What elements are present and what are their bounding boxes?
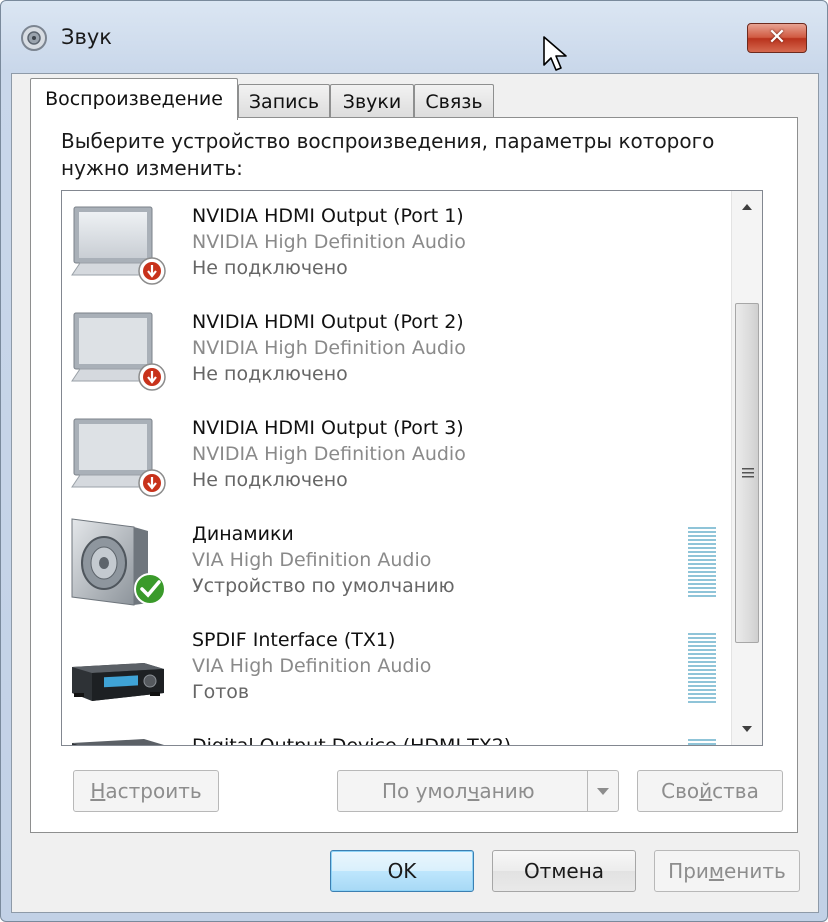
grip-icon xyxy=(742,468,754,478)
ok-button[interactable]: OK xyxy=(330,850,474,892)
device-status: Не подключено xyxy=(192,257,348,279)
properties-label-mnemonic: й xyxy=(699,779,713,803)
properties-button[interactable]: Свойства xyxy=(637,770,783,812)
list-item[interactable]: Динамики VIA High Definition Audio Устро… xyxy=(62,511,734,617)
device-driver: VIA High Definition Audio xyxy=(192,549,432,571)
speaker-app-icon xyxy=(21,25,47,51)
monitor-disconnected-icon xyxy=(71,418,166,497)
speaker-default-icon xyxy=(71,518,166,606)
dialog-client-area: Воспроизведение Запись Звуки Связь Выбер… xyxy=(11,73,819,913)
device-driver: NVIDIA High Definition Audio xyxy=(192,337,466,359)
device-name: SPDIF Interface (TX1) xyxy=(192,629,396,651)
apply-label-mnemonic: м xyxy=(708,859,724,883)
sound-dialog-window: Звук ✕ Воспроизведение Запись Звуки Связ… xyxy=(0,0,828,922)
volume-meter xyxy=(688,527,716,597)
close-icon: ✕ xyxy=(767,25,787,50)
tab-communications[interactable]: Связь xyxy=(414,84,494,118)
chevron-down-icon[interactable] xyxy=(587,771,618,811)
apply-label-pre: При xyxy=(668,859,709,883)
cancel-button[interactable]: Отмена xyxy=(492,850,636,892)
apply-button[interactable]: Применить xyxy=(654,850,800,892)
instruction-text: Выберите устройство воспроизведения, пар… xyxy=(61,129,715,180)
list-item[interactable]: Digital Output Device (HDMI TX2) xyxy=(62,723,734,746)
set-default-button[interactable]: По умолчанию xyxy=(337,770,619,812)
device-list-scrollbar[interactable] xyxy=(731,191,762,745)
device-driver: VIA High Definition Audio xyxy=(192,655,432,677)
device-name: Digital Output Device (HDMI TX2) xyxy=(192,735,512,746)
properties-label-post: ства xyxy=(712,779,759,803)
playback-panel: Выберите устройство воспроизведения, пар… xyxy=(30,117,798,833)
device-status: Готов xyxy=(192,681,250,703)
apply-label-post: енить xyxy=(724,859,786,883)
set-default-label-mnemonic: ч xyxy=(467,779,480,803)
tab-playback[interactable]: Воспроизведение xyxy=(30,78,238,120)
properties-label-pre: Сво xyxy=(661,779,700,803)
monitor-disconnected-icon xyxy=(71,312,166,391)
device-name: NVIDIA HDMI Output (Port 2) xyxy=(192,311,464,333)
window-title: Звук xyxy=(61,25,112,49)
device-driver: NVIDIA High Definition Audio xyxy=(192,443,466,465)
scroll-thumb[interactable] xyxy=(735,303,759,643)
list-item[interactable]: NVIDIA HDMI Output (Port 3) NVIDIA High … xyxy=(62,405,734,511)
title-bar[interactable]: Звук ✕ xyxy=(1,1,827,73)
list-item[interactable]: NVIDIA HDMI Output (Port 1) NVIDIA High … xyxy=(62,193,734,299)
set-default-label-post: анию xyxy=(479,779,535,803)
mouse-pointer-icon xyxy=(543,36,567,71)
device-name: NVIDIA HDMI Output (Port 3) xyxy=(192,417,464,439)
configure-label-post: астроить xyxy=(105,779,202,803)
configure-button[interactable]: Настроить xyxy=(73,770,219,812)
set-default-label-pre: По умол xyxy=(382,779,468,803)
device-driver: NVIDIA High Definition Audio xyxy=(192,231,466,253)
tab-sounds[interactable]: Звуки xyxy=(330,84,414,118)
device-status: Не подключено xyxy=(192,469,348,491)
close-button[interactable]: ✕ xyxy=(747,23,807,53)
device-list[interactable]: NVIDIA HDMI Output (Port 1) NVIDIA High … xyxy=(61,190,763,746)
device-name: NVIDIA HDMI Output (Port 1) xyxy=(192,205,464,227)
device-status: Устройство по умолчанию xyxy=(192,575,455,597)
receiver-icon xyxy=(72,663,164,701)
tab-recording[interactable]: Запись xyxy=(238,84,330,118)
receiver-icon xyxy=(72,739,164,745)
scroll-down-arrow-icon[interactable] xyxy=(732,715,762,745)
monitor-disconnected-icon xyxy=(71,206,166,285)
scroll-up-arrow-icon[interactable] xyxy=(732,191,762,221)
configure-label-mnemonic: Н xyxy=(90,779,106,803)
list-item[interactable]: NVIDIA HDMI Output (Port 2) NVIDIA High … xyxy=(62,299,734,405)
volume-meter xyxy=(688,739,716,745)
list-item[interactable]: SPDIF Interface (TX1) VIA High Definitio… xyxy=(62,617,734,723)
volume-meter xyxy=(688,633,716,703)
device-status: Не подключено xyxy=(192,363,348,385)
device-name: Динамики xyxy=(192,523,294,545)
